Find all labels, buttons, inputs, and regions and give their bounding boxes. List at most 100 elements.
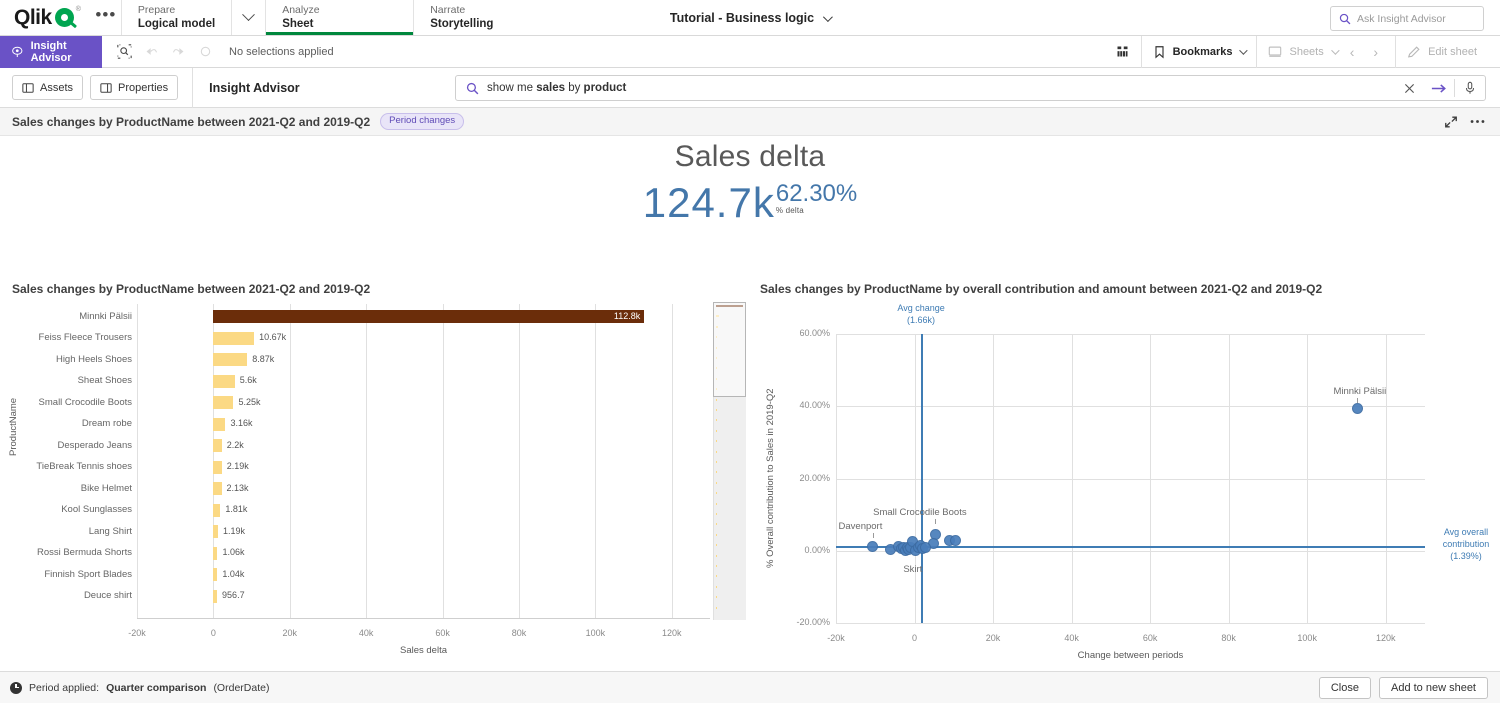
- bar-segment[interactable]: [213, 332, 254, 345]
- bar-category-label[interactable]: Lang Shirt: [20, 526, 132, 537]
- bar-category-label[interactable]: Small Crocodile Boots: [20, 397, 132, 408]
- bar-value-label: 5.6k: [240, 375, 257, 385]
- bar-segment[interactable]: [213, 439, 221, 452]
- scatter-point-label: Skirt: [903, 564, 922, 575]
- bar-category-label[interactable]: Feiss Fleece Trousers: [20, 332, 132, 343]
- ask-insight-advisor-input[interactable]: Ask Insight Advisor: [1330, 6, 1484, 31]
- sheet-grid-button[interactable]: [1104, 36, 1141, 68]
- bar-segment[interactable]: [213, 504, 220, 517]
- insight-advisor-badge[interactable]: Insight Advisor: [0, 36, 102, 68]
- scatter-chart[interactable]: Sales changes by ProductName by overall …: [755, 278, 1500, 670]
- bar-segment[interactable]: [213, 353, 247, 366]
- bookmarks-chevron-down-icon: [1240, 46, 1248, 54]
- prepare-dropdown-chevron-down-icon[interactable]: [231, 0, 265, 35]
- bar-segment[interactable]: [213, 418, 225, 431]
- bar-value-label: 1.04k: [222, 569, 244, 579]
- bar-category-label[interactable]: Dream robe: [20, 418, 132, 429]
- insight-advisor-panel-title: Insight Advisor: [193, 81, 300, 95]
- scroll-thumb[interactable]: [713, 302, 746, 397]
- nav-section-analyze[interactable]: Analyze Sheet: [265, 0, 413, 35]
- period-applied-value: Quarter comparison: [106, 682, 206, 694]
- scatter-y-tick: 0.00%: [778, 545, 830, 555]
- ask-input-placeholder: Ask Insight Advisor: [1357, 13, 1446, 25]
- scroll-minimap-bar: [716, 513, 717, 515]
- bar-segment[interactable]: [213, 310, 644, 323]
- step-back-icon: [139, 40, 163, 64]
- scroll-minimap-bar: [716, 482, 717, 484]
- trademark-symbol: ®: [76, 6, 81, 13]
- scroll-minimap-bar: [716, 440, 717, 442]
- bar-x-tick: 80k: [501, 628, 537, 638]
- qlik-logo[interactable]: Qlik ®: [0, 0, 91, 35]
- bar-segment[interactable]: [213, 525, 218, 538]
- pencil-icon: [1407, 45, 1421, 59]
- bar-chart[interactable]: Sales changes by ProductName between 202…: [0, 278, 755, 670]
- bar-x-tick: 100k: [577, 628, 613, 638]
- scatter-point[interactable]: [950, 535, 961, 546]
- nav-section-prepare[interactable]: Prepare Logical model: [121, 0, 231, 35]
- scroll-minimap-bar: [716, 451, 717, 453]
- bar-category-label[interactable]: High Heels Shoes: [20, 354, 132, 365]
- bar-segment[interactable]: [213, 482, 221, 495]
- scroll-minimap-bar: [716, 461, 717, 463]
- bar-segment[interactable]: [213, 547, 217, 560]
- assets-button[interactable]: Assets: [12, 75, 83, 100]
- bar-category-label[interactable]: Deuce shirt: [20, 590, 132, 601]
- properties-panel-icon: [100, 82, 112, 94]
- bar-segment[interactable]: [213, 461, 221, 474]
- bar-category-label[interactable]: Rossi Bermuda Shorts: [20, 547, 132, 558]
- bar-segment[interactable]: [213, 375, 234, 388]
- edit-sheet-button: Edit sheet: [1395, 36, 1488, 68]
- bar-value-label: 112.8k: [602, 311, 640, 321]
- voice-input-microphone-icon[interactable]: [1455, 75, 1485, 101]
- selection-tool-icon[interactable]: [112, 40, 136, 64]
- submit-search-arrow-icon[interactable]: [1424, 75, 1454, 101]
- scroll-minimap-bar: [716, 492, 717, 494]
- insight-search-input[interactable]: show me sales by product: [455, 75, 1486, 101]
- bar-category-label[interactable]: Finnish Sport Blades: [20, 569, 132, 580]
- expand-fullscreen-icon[interactable]: [1440, 111, 1462, 133]
- clear-search-close-icon[interactable]: [1394, 75, 1424, 101]
- overflow-menu-icon[interactable]: •••: [91, 0, 121, 35]
- period-applied-info: Period applied: Quarter comparison (Orde…: [0, 682, 269, 694]
- bar-category-label[interactable]: Kool Sunglasses: [20, 504, 132, 515]
- no-selections-text: No selections applied: [229, 46, 334, 58]
- scroll-minimap-bar: [716, 471, 717, 473]
- bar-segment[interactable]: [213, 396, 233, 409]
- scroll-minimap-bar: [716, 503, 717, 505]
- bar-category-label[interactable]: Bike Helmet: [20, 483, 132, 494]
- nav-narrate-kicker: Narrate: [430, 4, 545, 17]
- scroll-minimap-bar: [716, 523, 717, 525]
- bar-gridline: [443, 304, 444, 618]
- add-to-new-sheet-button[interactable]: Add to new sheet: [1379, 677, 1488, 699]
- bar-category-label[interactable]: Desperado Jeans: [20, 440, 132, 451]
- properties-button[interactable]: Properties: [90, 75, 178, 100]
- bar-value-label: 2.19k: [227, 461, 249, 471]
- scatter-x-tick: -20k: [816, 633, 856, 643]
- bar-value-label: 2.13k: [227, 483, 249, 493]
- bookmark-icon: [1153, 45, 1166, 59]
- app-menu-chevron-down-icon[interactable]: [823, 12, 833, 22]
- bar-category-label[interactable]: TieBreak Tennis shoes: [20, 461, 132, 472]
- bar-segment[interactable]: [213, 590, 217, 603]
- bar-category-label[interactable]: Minnki Pälsii: [20, 311, 132, 322]
- scatter-point-label: Davenport: [839, 521, 883, 532]
- edit-sheet-label: Edit sheet: [1428, 46, 1477, 58]
- scatter-x-axis-title: Change between periods: [836, 650, 1425, 661]
- nav-narrate-value: Storytelling: [430, 17, 545, 31]
- nav-analyze-kicker: Analyze: [282, 4, 397, 17]
- bar-x-tick: 120k: [654, 628, 690, 638]
- nav-section-narrate[interactable]: Narrate Storytelling: [413, 0, 561, 35]
- bar-x-tick: 0: [195, 628, 231, 638]
- bar-segment[interactable]: [213, 568, 217, 581]
- nav-prepare-kicker: Prepare: [138, 4, 215, 17]
- scatter-point[interactable]: [1352, 403, 1363, 414]
- close-button[interactable]: Close: [1319, 677, 1371, 699]
- scatter-point[interactable]: [920, 542, 931, 553]
- bar-category-label[interactable]: Sheat Shoes: [20, 375, 132, 386]
- scatter-y-tick: 60.00%: [778, 328, 830, 338]
- scatter-x-tick: 100k: [1287, 633, 1327, 643]
- card-more-options-icon[interactable]: [1466, 111, 1488, 133]
- bookmarks-button[interactable]: Bookmarks: [1141, 36, 1257, 68]
- insight-advisor-icon: [11, 45, 24, 59]
